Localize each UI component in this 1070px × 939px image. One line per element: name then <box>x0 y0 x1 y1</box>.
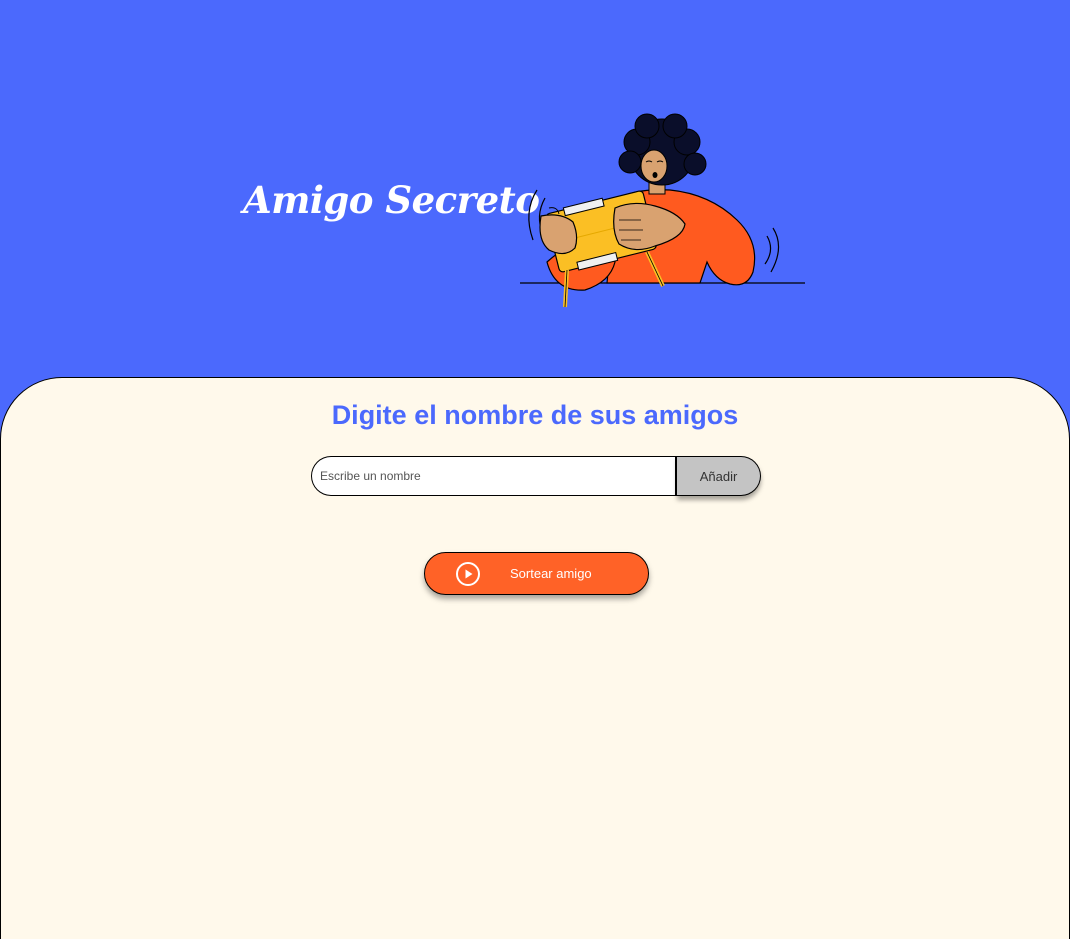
play-circle-icon <box>456 562 480 586</box>
section-title: Digite el nombre de sus amigos <box>331 400 739 430</box>
draw-button-label: Sortear amigo <box>510 566 592 581</box>
draw-friend-button[interactable]: Sortear amigo <box>424 552 649 595</box>
header-banner: Amigo Secreto <box>0 0 1070 380</box>
page-title: Amigo Secreto <box>243 178 540 222</box>
add-button[interactable]: Añadir <box>677 456 761 496</box>
name-input[interactable] <box>311 456 677 496</box>
person-opening-gift-illustration <box>520 113 805 308</box>
add-friend-form: Añadir <box>311 456 761 496</box>
